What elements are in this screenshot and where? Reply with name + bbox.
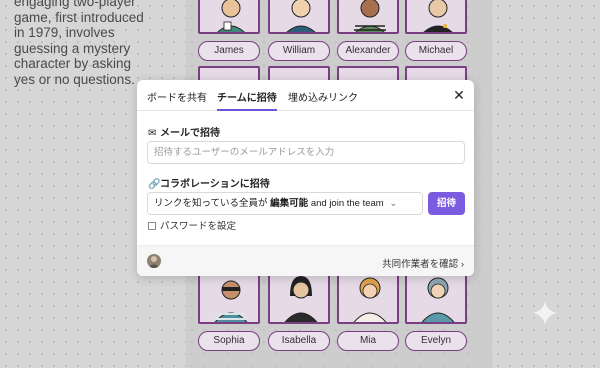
view-collaborators-link[interactable]: 共同作業者を確認 › (382, 256, 464, 270)
name-tag-james: James (198, 41, 260, 61)
email-section-label: ✉ メールで招待 (148, 124, 220, 139)
character-card-evelyn[interactable] (405, 268, 467, 324)
name-tag-evelyn: Evelyn (405, 331, 467, 351)
modal-tabs: ボードを共有 チームに招待 埋め込みリンク ✕ (137, 80, 474, 111)
modal-footer: 共同作業者を確認 › (137, 245, 474, 276)
collab-label-text: コラボレーションに招待 (160, 179, 270, 190)
name-tag-sophia: Sophia (198, 331, 260, 351)
tab-embed-link[interactable]: 埋め込みリンク (288, 89, 358, 111)
password-option[interactable]: パスワードを設定 (148, 221, 236, 232)
character-card-isabella[interactable] (268, 268, 330, 324)
intro-text: engaging two-player game, first introduc… (14, 0, 174, 87)
name-tag-mia: Mia (337, 331, 399, 351)
avatar (147, 254, 161, 268)
select-prefix: リンクを知っている全員が (154, 198, 271, 209)
name-tag-isabella: Isabella (268, 331, 330, 351)
sparkle-icon (532, 300, 558, 326)
select-suffix: and join the team (308, 198, 384, 209)
password-checkbox[interactable] (148, 222, 156, 230)
intro-line: game, first introduced (14, 9, 144, 25)
password-label: パスワードを設定 (160, 221, 237, 232)
chevron-right-icon: › (460, 259, 464, 270)
intro-line: character by asking (14, 56, 132, 71)
mail-icon: ✉ (148, 128, 157, 139)
character-card-william[interactable] (268, 0, 330, 34)
collab-section-label: 🔗コラボレーションに招待 (148, 175, 270, 190)
intro-line: in 1979, involves (14, 25, 115, 40)
name-tag-michael: Michael (405, 41, 467, 61)
close-icon[interactable]: ✕ (452, 88, 466, 102)
footer-link-text: 共同作業者を確認 (382, 259, 459, 270)
intro-line: guessing a mystery (14, 40, 131, 56)
character-card-alexander[interactable] (337, 0, 399, 34)
email-label-text: メールで招待 (160, 128, 220, 139)
share-modal: ボードを共有 チームに招待 埋め込みリンク ✕ ✉ メールで招待 招待するユーザー… (137, 80, 474, 276)
tab-share-board[interactable]: ボードを共有 (147, 89, 207, 111)
character-card-sophia[interactable] (198, 268, 260, 324)
name-tag-william: William (268, 41, 330, 61)
chevron-down-icon: ⌄ (389, 198, 398, 209)
name-tag-alexander: Alexander (337, 41, 399, 61)
select-permission: 編集可能 (270, 198, 309, 209)
link-permission-select[interactable]: リンクを知っている全員が 編集可能 and join the team ⌄ (147, 192, 423, 215)
character-card-mia[interactable] (337, 268, 399, 324)
character-card-michael[interactable] (405, 0, 467, 34)
tab-invite-team[interactable]: チームに招待 (217, 89, 277, 111)
email-input[interactable]: 招待するユーザーのメールアドレスを入力 (147, 141, 465, 164)
invite-button[interactable]: 招待 (428, 192, 465, 215)
character-card-james[interactable] (198, 0, 260, 34)
intro-line: engaging two-player (14, 0, 136, 9)
link-icon: 🔗 (148, 179, 161, 190)
